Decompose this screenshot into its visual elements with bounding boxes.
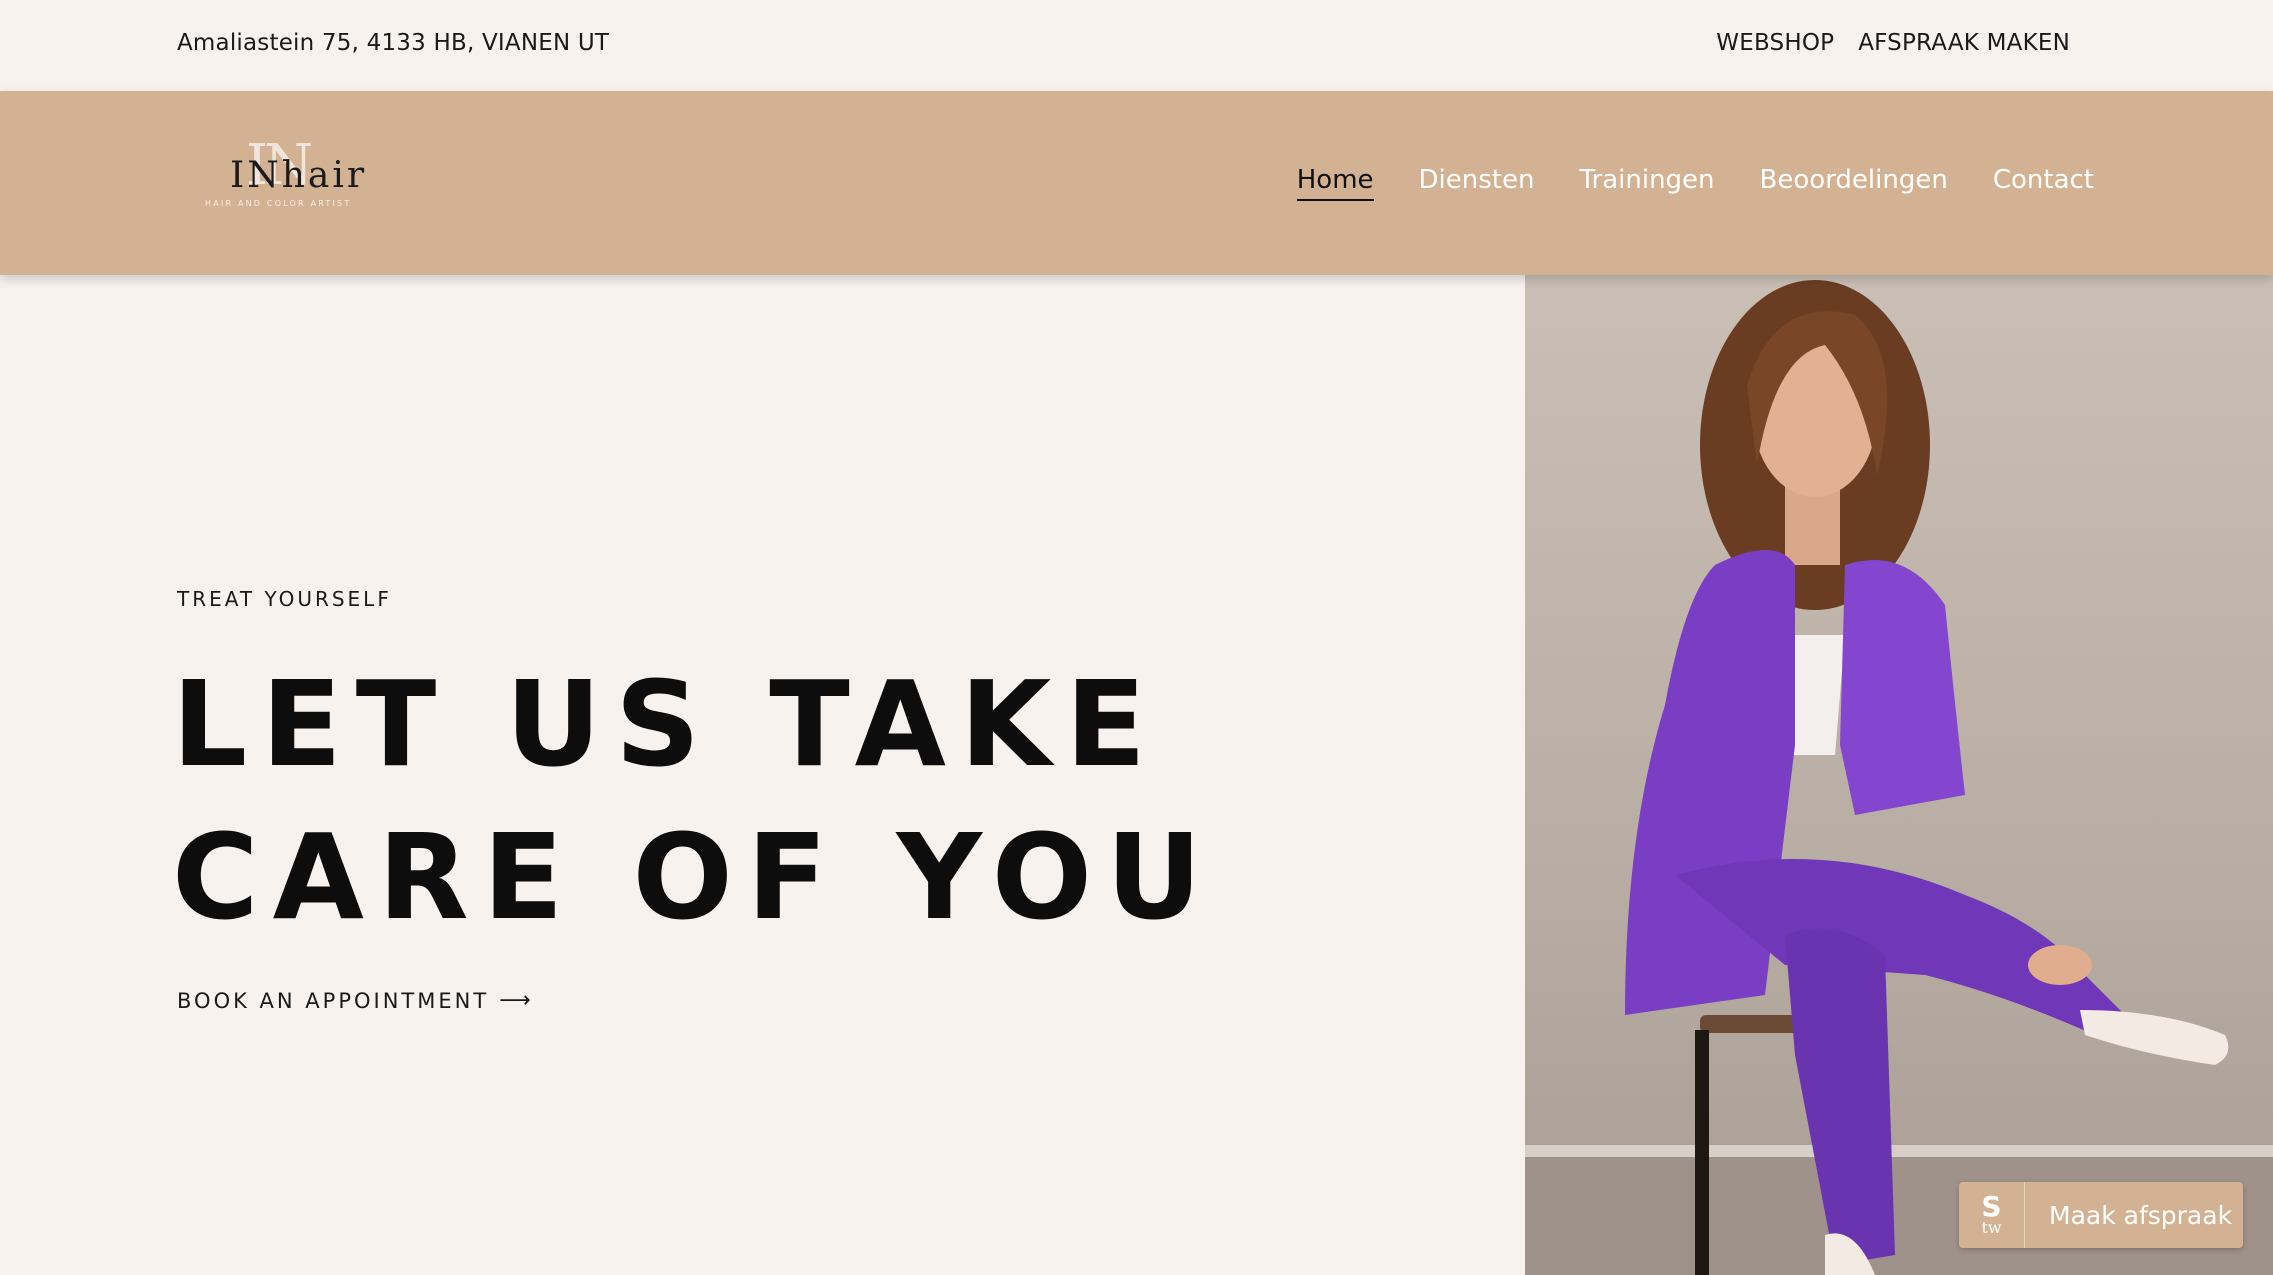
- hero-photo: [1525, 275, 2273, 1275]
- hero-section: TREAT YOURSELF LET US TAKE CARE OF YOU B…: [0, 275, 1525, 1275]
- webshop-link[interactable]: WEBSHOP: [1716, 30, 1834, 56]
- nav-contact[interactable]: Contact: [1993, 165, 2094, 201]
- nav-beoordelingen[interactable]: Beoordelingen: [1760, 165, 1948, 201]
- top-bar: Amaliastein 75, 4133 HB, VIANEN UT WEBSH…: [0, 0, 2273, 91]
- headline-line-2: CARE OF YOU: [172, 808, 1216, 946]
- logo-wordmark: INhair: [230, 155, 368, 196]
- top-links: WEBSHOP AFSPRAAK MAKEN: [1716, 30, 2070, 56]
- hero-eyebrow: TREAT YOURSELF: [177, 587, 392, 611]
- headline-line-1: LET US TAKE: [172, 655, 1160, 793]
- book-appointment-link[interactable]: BOOK AN APPOINTMENT ⟶: [177, 988, 534, 1013]
- salonized-icon: S tw: [1959, 1182, 2025, 1248]
- woman-in-purple-suit-illustration: [1525, 280, 2273, 1275]
- cta-label: BOOK AN APPOINTMENT: [177, 988, 490, 1013]
- inhair-logo[interactable]: IN INhair HAIR AND COLOR ARTIST: [200, 133, 370, 219]
- address-text: Amaliastein 75, 4133 HB, VIANEN UT: [177, 30, 610, 56]
- nav-trainingen[interactable]: Trainingen: [1579, 165, 1714, 201]
- logo-tagline: HAIR AND COLOR ARTIST: [205, 199, 352, 208]
- afspraak-maken-link[interactable]: AFSPRAAK MAKEN: [1858, 30, 2070, 56]
- widget-label: Maak afspraak: [2049, 1200, 2233, 1230]
- arrow-right-icon: ⟶: [499, 988, 534, 1013]
- nav-home[interactable]: Home: [1296, 165, 1374, 201]
- maak-afspraak-widget[interactable]: S tw Maak afspraak: [1959, 1182, 2243, 1248]
- main-nav: Home Diensten Trainingen Beoordelingen C…: [1296, 165, 2094, 201]
- nav-diensten[interactable]: Diensten: [1419, 165, 1535, 201]
- site-header: IN INhair HAIR AND COLOR ARTIST Home Die…: [0, 91, 2273, 275]
- hero-headline: LET US TAKE CARE OF YOU: [172, 648, 1216, 954]
